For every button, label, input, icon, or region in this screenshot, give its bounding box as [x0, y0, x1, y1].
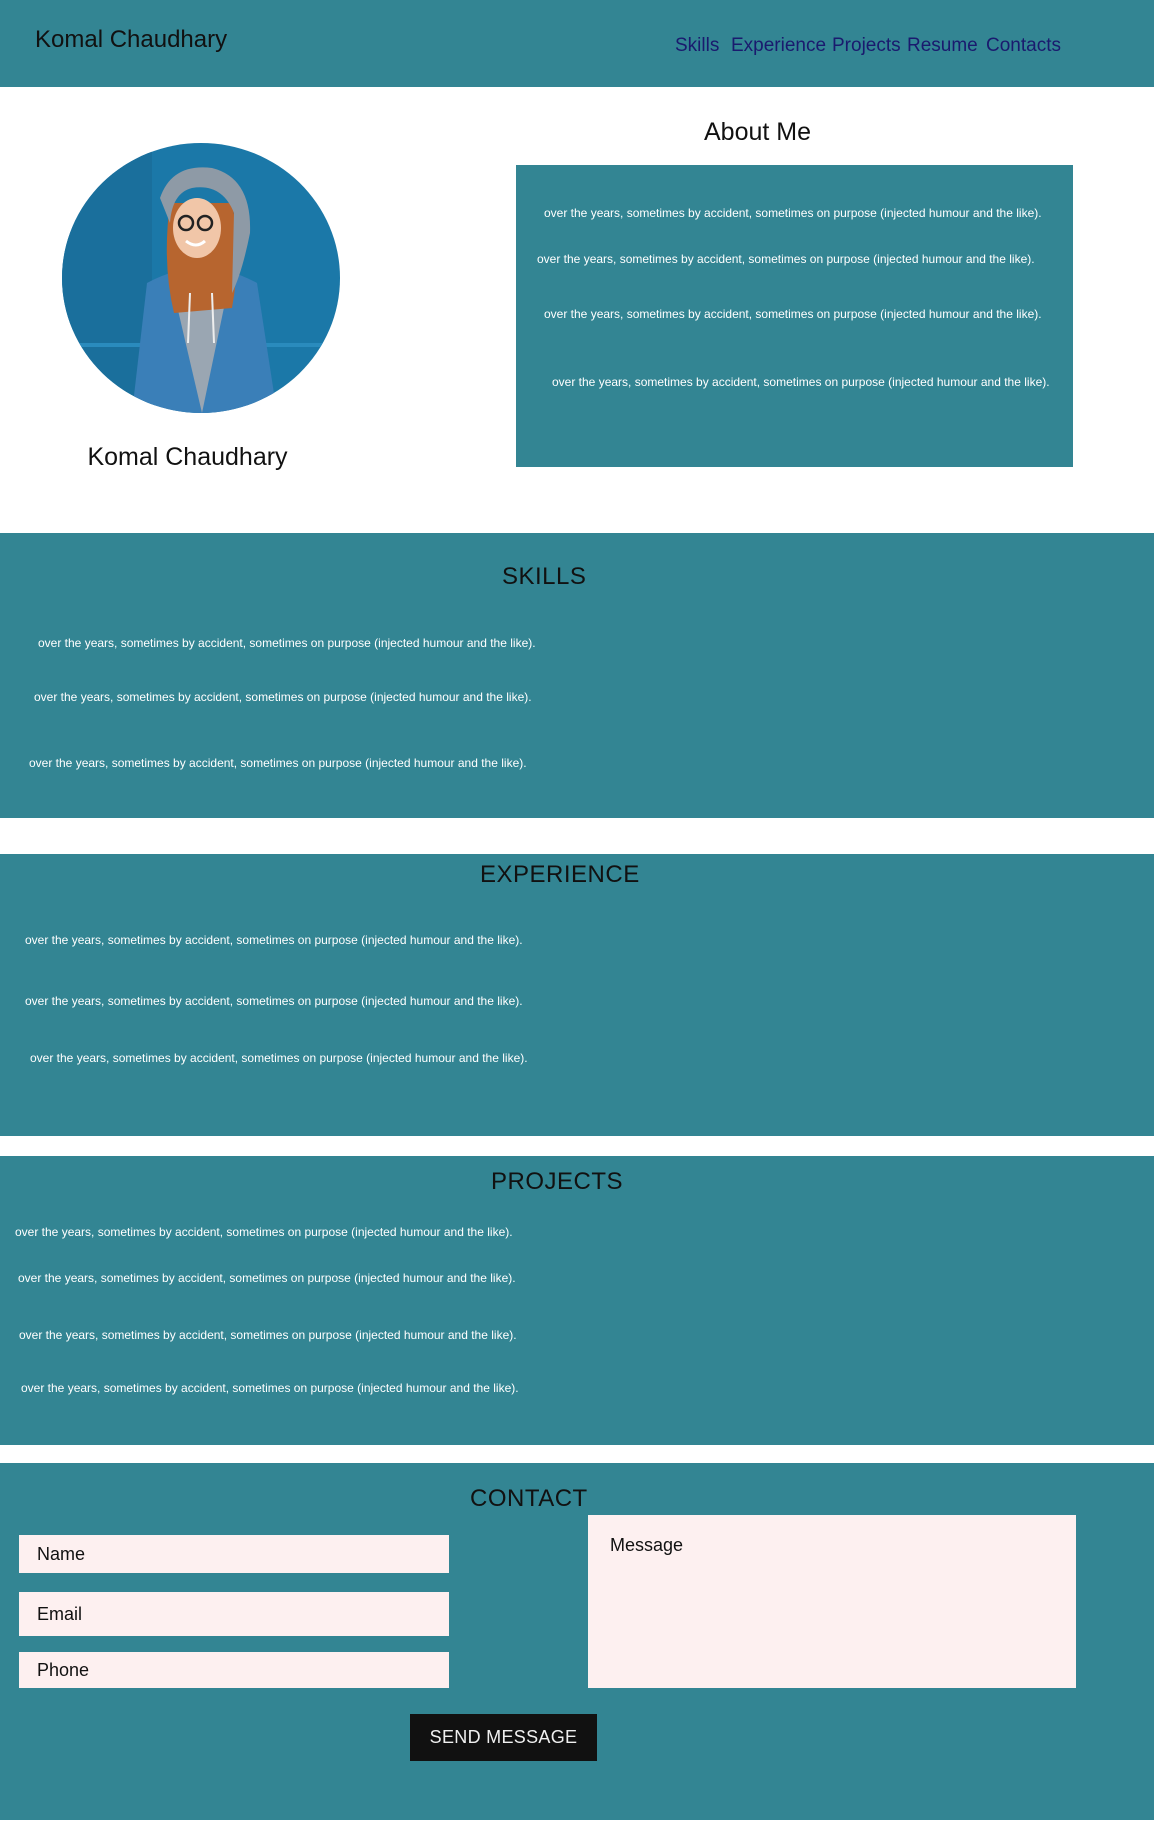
contact-title: CONTACT	[470, 1485, 588, 1512]
experience-line: over the years, sometimes by accident, s…	[30, 1051, 528, 1065]
email-field[interactable]	[19, 1592, 449, 1636]
about-line: over the years, sometimes by accident, s…	[537, 252, 1035, 266]
experience-title: EXPERIENCE	[480, 861, 640, 888]
about-line: over the years, sometimes by accident, s…	[544, 206, 1042, 220]
nav-projects[interactable]: Projects	[832, 35, 901, 57]
projects-line: over the years, sometimes by accident, s…	[18, 1271, 516, 1285]
skills-line: over the years, sometimes by accident, s…	[29, 756, 527, 770]
person-photo-icon	[62, 143, 340, 413]
experience-line: over the years, sometimes by accident, s…	[25, 994, 523, 1008]
projects-title: PROJECTS	[491, 1168, 624, 1195]
profile-photo	[62, 143, 340, 413]
message-field[interactable]	[588, 1515, 1076, 1688]
nav-experience[interactable]: Experience	[731, 35, 826, 57]
projects-line: over the years, sometimes by accident, s…	[15, 1225, 513, 1239]
about-line: over the years, sometimes by accident, s…	[552, 375, 1050, 389]
projects-section: PROJECTS over the years, sometimes by ac…	[0, 1156, 1154, 1445]
experience-section: EXPERIENCE over the years, sometimes by …	[0, 854, 1154, 1136]
skills-section: SKILLS over the years, sometimes by acci…	[0, 533, 1154, 818]
projects-line: over the years, sometimes by accident, s…	[19, 1328, 517, 1342]
skills-line: over the years, sometimes by accident, s…	[34, 690, 532, 704]
brand-name: Komal Chaudhary	[35, 26, 228, 53]
profile-name: Komal Chaudhary	[87, 443, 288, 471]
skills-line: over the years, sometimes by accident, s…	[38, 636, 536, 650]
projects-line: over the years, sometimes by accident, s…	[21, 1381, 519, 1395]
about-box: over the years, sometimes by accident, s…	[516, 165, 1073, 467]
about-line: over the years, sometimes by accident, s…	[544, 307, 1042, 321]
nav-resume[interactable]: Resume	[907, 35, 978, 57]
nav-skills[interactable]: Skills	[675, 35, 719, 57]
send-message-button[interactable]: SEND MESSAGE	[410, 1714, 597, 1761]
about-title: About Me	[703, 118, 811, 146]
skills-title: SKILLS	[502, 563, 587, 590]
experience-line: over the years, sometimes by accident, s…	[25, 933, 523, 947]
nav-contacts[interactable]: Contacts	[986, 35, 1061, 57]
phone-field[interactable]	[19, 1652, 449, 1688]
site-header: Komal Chaudhary Skills Experience Projec…	[0, 0, 1154, 87]
name-field[interactable]	[19, 1535, 449, 1573]
